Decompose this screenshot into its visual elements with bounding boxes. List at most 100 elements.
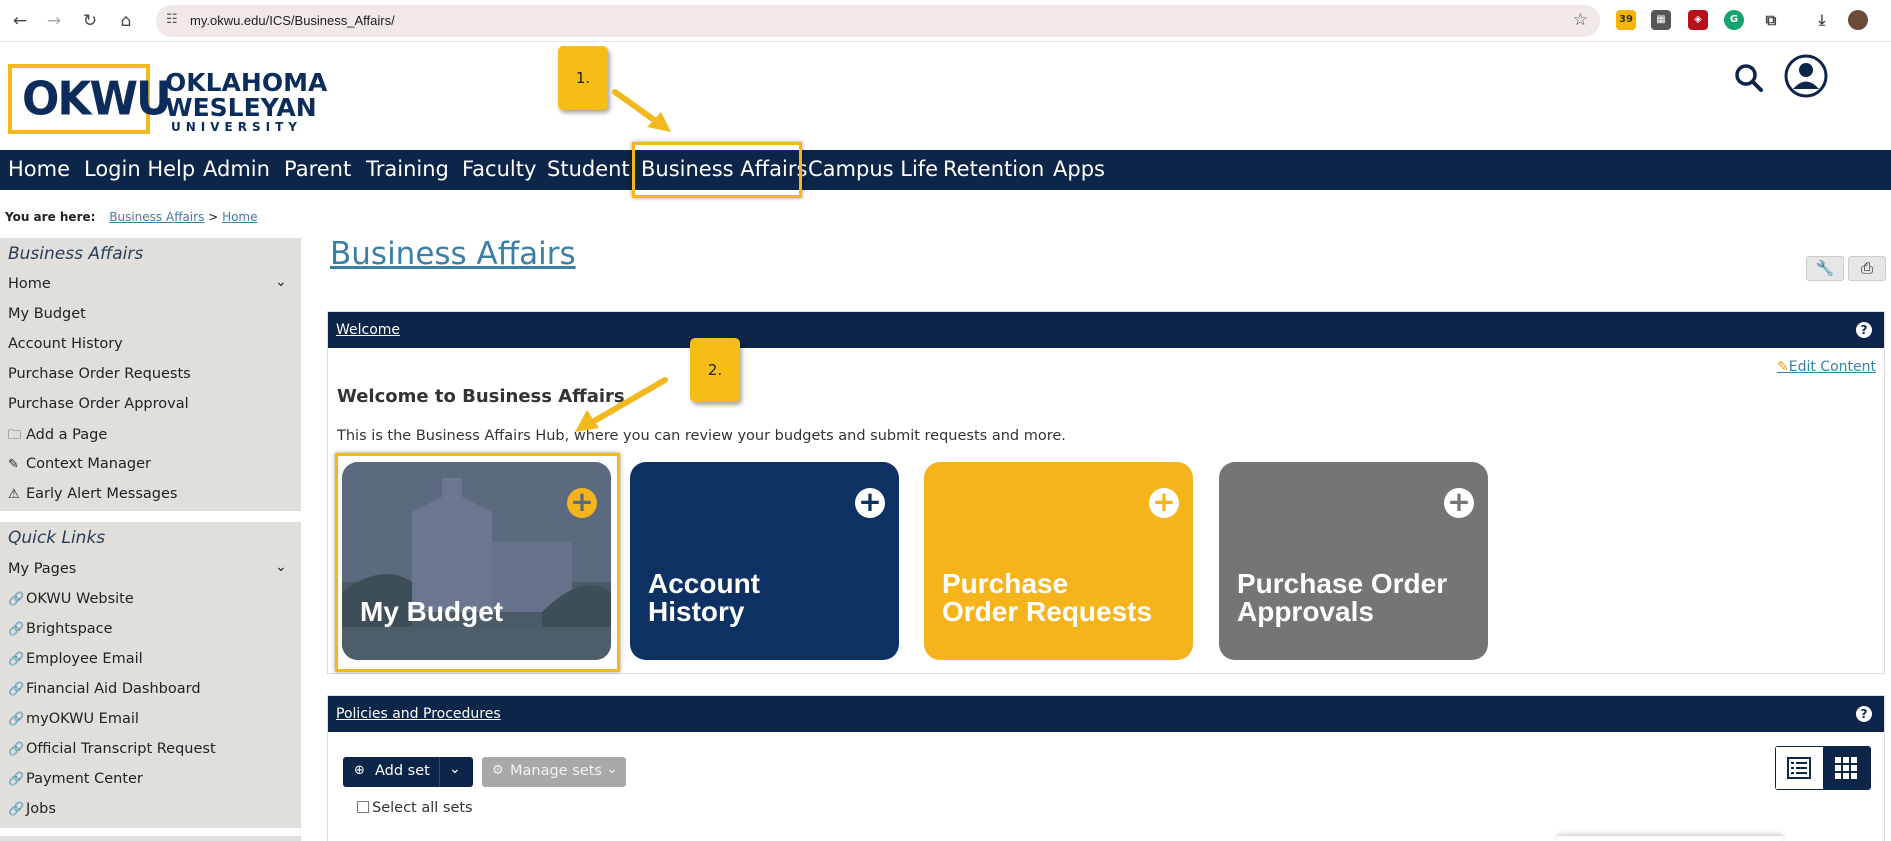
link-icon: 🔗 [8, 592, 25, 607]
quick-link-label: myOKWU Email [26, 711, 139, 727]
plus-circle-icon[interactable]: + [855, 488, 885, 518]
user-account-icon[interactable] [1784, 54, 1828, 98]
nav-login-help[interactable]: Login Help [84, 157, 195, 181]
breadcrumb-separator: > [208, 210, 219, 224]
add-set-button[interactable]: ⊕ Add set ⌄ [343, 757, 473, 787]
sidebar-item-context-manager[interactable]: ✎ Context Manager [8, 456, 151, 472]
main-navigation: Home Login Help Admin Parent Training Fa… [0, 150, 1891, 190]
welcome-text: This is the Business Affairs Hub, where … [337, 428, 1066, 444]
sidebar-section-title: Business Affairs [8, 244, 144, 264]
back-icon[interactable]: ← [8, 9, 32, 33]
logo-line-2: WESLEYAN [165, 93, 317, 122]
forward-icon[interactable]: → [42, 9, 66, 33]
extension-puzzle-dark-icon[interactable]: ▦ [1651, 10, 1671, 30]
edit-square-icon: ✎ [8, 457, 19, 472]
quick-link-okwu-website[interactable]: 🔗 OKWU Website [8, 591, 134, 607]
edit-content-link[interactable]: ✎Edit Content [1777, 359, 1876, 375]
download-icon[interactable]: ⤓ [1812, 10, 1832, 30]
nav-parent[interactable]: Parent [284, 157, 351, 181]
add-set-label: Add set [375, 763, 430, 779]
nav-admin[interactable]: Admin [203, 157, 270, 181]
nav-training[interactable]: Training [366, 157, 449, 181]
breadcrumb-home[interactable]: Home [222, 210, 257, 224]
extension-badge: 39 [1619, 14, 1633, 25]
logo-line-3: UNIVERSITY [171, 120, 302, 134]
step-1-callout: 1. [558, 46, 608, 110]
chevron-down-icon[interactable]: ⌄ [275, 274, 287, 290]
nav-campus-life[interactable]: Campus Life [808, 157, 938, 181]
quick-link-myokwu-email[interactable]: 🔗 myOKWU Email [8, 711, 139, 727]
nav-student[interactable]: Student [547, 157, 630, 181]
plus-circle-icon[interactable]: + [1444, 488, 1474, 518]
quick-link-financial-aid[interactable]: 🔗 Financial Aid Dashboard [8, 681, 201, 697]
link-icon: 🔗 [8, 682, 25, 697]
sidebar-item-my-budget[interactable]: My Budget [8, 306, 86, 322]
tile-account-history[interactable]: + Account History [630, 462, 899, 660]
nav-retention[interactable]: Retention [943, 157, 1044, 181]
quick-link-employee-email[interactable]: 🔗 Employee Email [8, 651, 143, 667]
list-view-icon [1787, 757, 1811, 779]
policies-portlet-title[interactable]: Policies and Procedures [336, 706, 501, 722]
help-icon[interactable]: ? [1856, 706, 1872, 722]
extensions-puzzle-icon[interactable]: ⧉ [1761, 10, 1781, 30]
list-view-button[interactable] [1776, 747, 1823, 789]
welcome-portlet-header: Welcome ? [328, 312, 1884, 348]
home-icon[interactable]: ⌂ [114, 9, 138, 33]
tile-label-line1: Purchase Order [1237, 568, 1448, 599]
ublock-icon[interactable]: ◈ [1688, 10, 1708, 30]
step-2-arrow [575, 377, 668, 432]
quick-link-brightspace[interactable]: 🔗 Brightspace [8, 621, 113, 637]
nav-home[interactable]: Home [8, 157, 70, 181]
university-name: OKLAHOMA WESLEYAN UNIVERSITY [165, 70, 327, 134]
grid-view-button[interactable] [1823, 747, 1870, 789]
quick-link-transcript[interactable]: 🔗 Official Transcript Request [8, 741, 216, 757]
chevron-down-icon[interactable]: ⌄ [449, 761, 461, 777]
link-icon: 🔗 [8, 802, 25, 817]
link-icon: 🔗 [8, 652, 25, 667]
link-icon: 🔗 [8, 772, 25, 787]
sidebar-item-po-requests[interactable]: Purchase Order Requests [8, 366, 191, 382]
extension-calendar-icon[interactable]: 39 [1616, 10, 1636, 30]
quick-link-label: Brightspace [26, 621, 113, 637]
tile-label-line2: Order Requests [942, 596, 1153, 627]
nav-apps[interactable]: Apps [1053, 157, 1105, 181]
profile-avatar[interactable] [1848, 10, 1868, 30]
sidebar-item-account-history[interactable]: Account History [8, 336, 123, 352]
tile-label: Account History [648, 570, 760, 626]
highlight-business-affairs-nav [632, 142, 802, 198]
okwu-logo[interactable]: OKWU [8, 64, 172, 134]
print-icon[interactable]: ⎙ [1848, 256, 1886, 281]
wrench-icon[interactable]: 🔧 [1806, 256, 1844, 281]
reload-icon[interactable]: ↻ [78, 9, 102, 33]
chevron-down-icon: ⌄ [606, 761, 618, 777]
address-bar[interactable]: ☷ my.okwu.edu/ICS/Business_Affairs/ ☆ [156, 5, 1600, 37]
page-title[interactable]: Business Affairs [330, 236, 576, 272]
welcome-portlet-title[interactable]: Welcome [336, 322, 400, 338]
quick-link-my-pages[interactable]: My Pages [8, 561, 76, 577]
sidebar-item-add-page[interactable]: 🗀 Add a Page [8, 426, 107, 448]
manage-sets-button[interactable]: ⚙ Manage sets ⌄ [482, 757, 626, 787]
quick-link-label: Financial Aid Dashboard [26, 681, 201, 697]
quick-link-jobs[interactable]: 🔗 Jobs [8, 801, 56, 817]
tile-purchase-order-requests[interactable]: + Purchase Order Requests [924, 462, 1193, 660]
site-info-icon[interactable]: ☷ [166, 12, 178, 27]
link-icon: 🔗 [8, 742, 25, 757]
help-icon[interactable]: ? [1856, 322, 1872, 338]
url-text[interactable]: my.okwu.edu/ICS/Business_Affairs/ [190, 13, 395, 28]
sidebar-item-home[interactable]: Home [8, 276, 51, 292]
select-all-sets: Select all sets [357, 800, 473, 816]
bookmark-star-icon[interactable]: ☆ [1573, 10, 1588, 30]
quick-link-label: Official Transcript Request [26, 741, 216, 757]
search-icon[interactable] [1733, 62, 1765, 94]
plus-circle-icon[interactable]: + [1149, 488, 1179, 518]
quick-link-payment-center[interactable]: 🔗 Payment Center [8, 771, 143, 787]
breadcrumb-business-affairs[interactable]: Business Affairs [109, 210, 204, 224]
quick-link-label: Employee Email [26, 651, 143, 667]
chevron-down-icon[interactable]: ⌄ [275, 559, 287, 575]
sidebar-item-po-approval[interactable]: Purchase Order Approval [8, 396, 189, 412]
select-all-checkbox[interactable] [357, 801, 369, 813]
tile-purchase-order-approvals[interactable]: + Purchase Order Approvals [1219, 462, 1488, 660]
nav-faculty[interactable]: Faculty [462, 157, 536, 181]
grammarly-icon[interactable]: G [1724, 10, 1744, 30]
sidebar-item-early-alert[interactable]: ⚠ Early Alert Messages [8, 486, 177, 502]
